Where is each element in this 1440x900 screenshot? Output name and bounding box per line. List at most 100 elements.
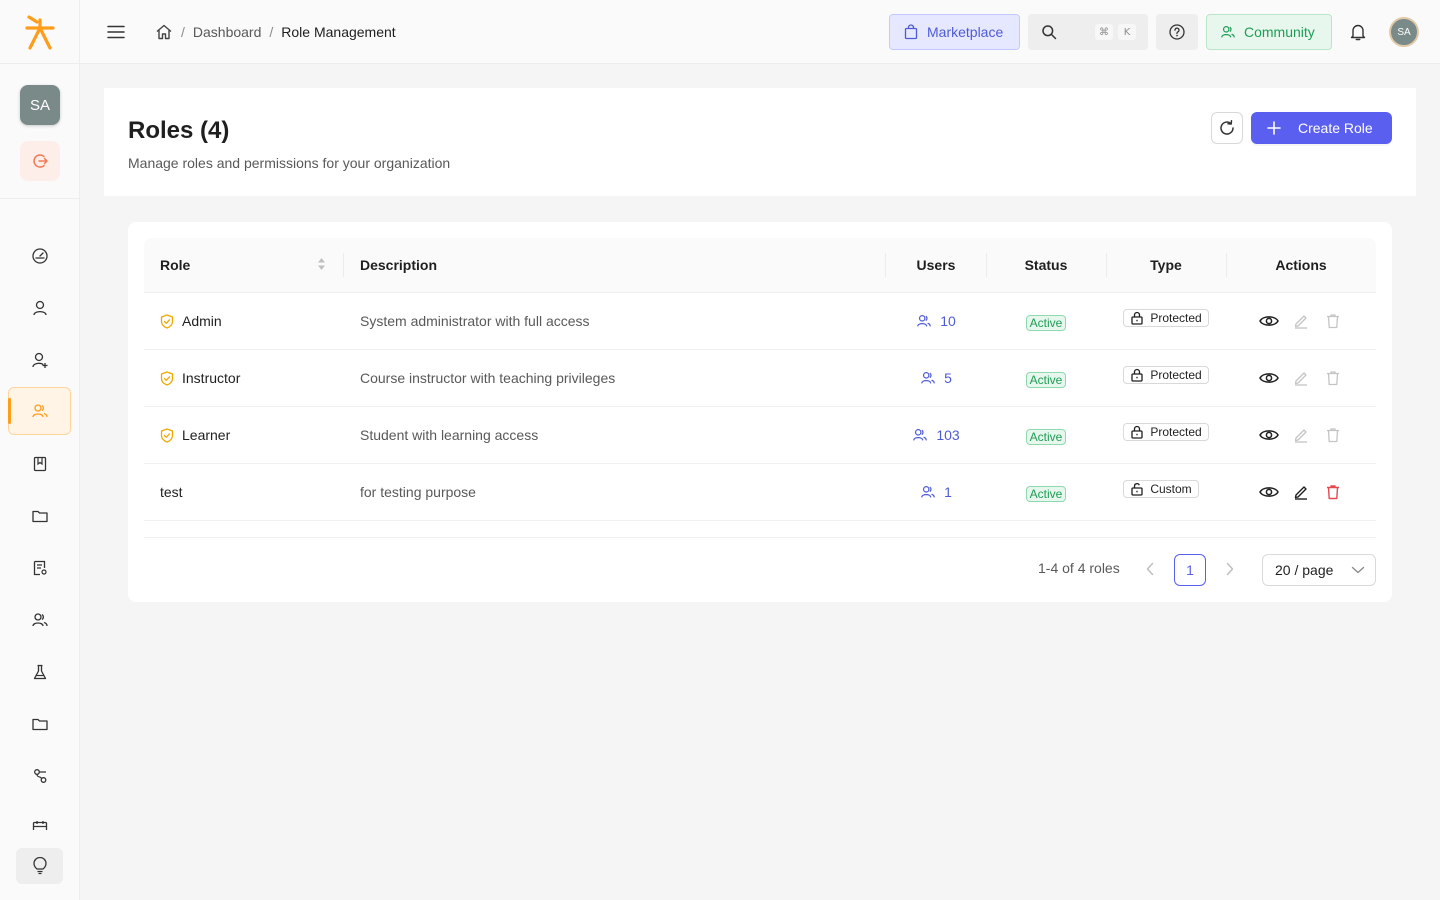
role-name[interactable]: Instructor <box>182 370 240 386</box>
pagination-prev-button[interactable] <box>1140 559 1160 579</box>
question-icon <box>1169 24 1185 40</box>
role-cell: Learner <box>160 407 230 463</box>
trash-icon <box>1327 314 1339 329</box>
delete-button[interactable] <box>1323 368 1343 388</box>
logo-icon <box>25 14 55 50</box>
pagination-page-1[interactable]: 1 <box>1174 554 1206 586</box>
community-button[interactable]: Community <box>1206 14 1332 50</box>
sort-icon[interactable] <box>317 257 326 271</box>
edit-button[interactable] <box>1291 425 1311 445</box>
status-badge: Active <box>1025 428 1067 445</box>
home-link[interactable] <box>155 23 173 41</box>
page-subtitle: Manage roles and permissions for your or… <box>128 155 451 171</box>
home-icon <box>156 24 172 40</box>
role-cell: test <box>160 464 183 520</box>
marketplace-button[interactable]: Marketplace <box>889 14 1020 50</box>
view-button[interactable] <box>1259 311 1279 331</box>
hamburger-icon <box>107 25 125 39</box>
sidebar-item-files[interactable] <box>8 492 71 540</box>
type-label: Protected <box>1150 368 1202 382</box>
refresh-button[interactable] <box>1211 112 1243 144</box>
status-cell: Active <box>986 293 1106 349</box>
users-icon <box>921 372 935 384</box>
sidebar-item-users[interactable] <box>8 284 71 332</box>
calendar-icon <box>32 821 47 830</box>
chevron-left-icon <box>1146 562 1154 576</box>
workflow-icon <box>33 769 46 783</box>
plus-icon <box>1267 121 1281 135</box>
lock-icon <box>1131 311 1143 325</box>
edit-icon <box>1294 486 1307 500</box>
refresh-icon <box>1220 120 1234 135</box>
role-description: for testing purpose <box>360 484 476 500</box>
type-cell: Protected <box>1106 293 1226 349</box>
column-label-type: Type <box>1150 257 1182 273</box>
pagination-total: 1-4 of 4 roles <box>1038 560 1120 576</box>
sidebar-item-workflow[interactable] <box>8 752 71 800</box>
edit-button[interactable] <box>1291 311 1311 331</box>
tips-button[interactable] <box>16 848 63 884</box>
breadcrumb-dashboard[interactable]: Dashboard <box>193 24 262 40</box>
breadcrumb: / Dashboard / Role Management <box>155 22 396 42</box>
sidebar-item-calendar[interactable] <box>8 804 71 830</box>
page-size-value: 20 / page <box>1275 562 1334 578</box>
community-icon <box>1221 26 1235 38</box>
user-avatar[interactable]: SA <box>1389 17 1419 47</box>
notifications-button[interactable] <box>1348 22 1368 42</box>
roles-icon <box>31 404 48 418</box>
page-size-select[interactable]: 20 / page <box>1262 554 1376 586</box>
column-header-status: Status <box>986 238 1106 292</box>
edit-button[interactable] <box>1291 368 1311 388</box>
create-role-button[interactable]: Create Role <box>1251 112 1392 144</box>
role-name[interactable]: test <box>160 484 183 500</box>
view-button[interactable] <box>1259 368 1279 388</box>
type-cell: Custom <box>1106 464 1216 520</box>
type-label: Protected <box>1150 425 1202 439</box>
users-count-link[interactable]: 10 <box>886 293 986 349</box>
search-button[interactable]: ⌘ K <box>1028 14 1148 50</box>
edit-button[interactable] <box>1291 482 1311 502</box>
users-count-link[interactable]: 1 <box>886 464 986 520</box>
search-icon <box>1042 25 1057 40</box>
users-count-link[interactable]: 5 <box>886 350 986 406</box>
eye-icon <box>1259 373 1279 383</box>
roles-table-card: Role Description Users Status Type Actio… <box>128 222 1392 602</box>
users-count-link[interactable]: 103 <box>886 407 986 463</box>
delete-button[interactable] <box>1323 482 1343 502</box>
sidebar-item-reports[interactable] <box>8 544 71 592</box>
breadcrumb-separator: / <box>181 24 185 40</box>
sidebar-item-roles[interactable] <box>8 387 71 435</box>
role-name[interactable]: Admin <box>182 313 222 329</box>
type-tag: Protected <box>1123 309 1209 327</box>
users-icon <box>921 486 935 498</box>
type-label: Protected <box>1150 311 1202 325</box>
table-row: Learner Student with learning access 103… <box>144 407 1376 464</box>
role-description: Student with learning access <box>360 427 539 443</box>
sidebar-item-courses[interactable] <box>8 440 71 488</box>
column-label-description: Description <box>360 257 438 273</box>
role-description: Course instructor with teaching privileg… <box>360 370 616 386</box>
eye-icon <box>1259 316 1279 326</box>
delete-button[interactable] <box>1323 311 1343 331</box>
view-button[interactable] <box>1259 425 1279 445</box>
edit-icon <box>1294 372 1307 386</box>
sidebar-item-team[interactable] <box>8 596 71 644</box>
menu-toggle-button[interactable] <box>106 22 126 42</box>
logout-button[interactable] <box>20 141 60 181</box>
sidebar-item-lab[interactable] <box>8 648 71 696</box>
role-name[interactable]: Learner <box>182 427 230 443</box>
column-header-role[interactable]: Role <box>160 238 330 292</box>
sidebar-item-dashboard[interactable] <box>8 232 71 280</box>
sidebar-avatar[interactable]: SA <box>20 85 60 125</box>
help-button[interactable] <box>1156 14 1198 50</box>
sidebar-item-user-add[interactable] <box>8 336 71 384</box>
eye-icon <box>1259 430 1279 440</box>
app-logo[interactable] <box>0 0 80 64</box>
sidebar-item-folders[interactable] <box>8 700 71 748</box>
pagination-next-button[interactable] <box>1220 559 1240 579</box>
report-icon <box>33 560 47 576</box>
delete-button[interactable] <box>1323 425 1343 445</box>
create-role-label: Create Role <box>1298 120 1373 136</box>
view-button[interactable] <box>1259 482 1279 502</box>
page-header: Roles (4) Manage roles and permissions f… <box>104 88 1416 196</box>
